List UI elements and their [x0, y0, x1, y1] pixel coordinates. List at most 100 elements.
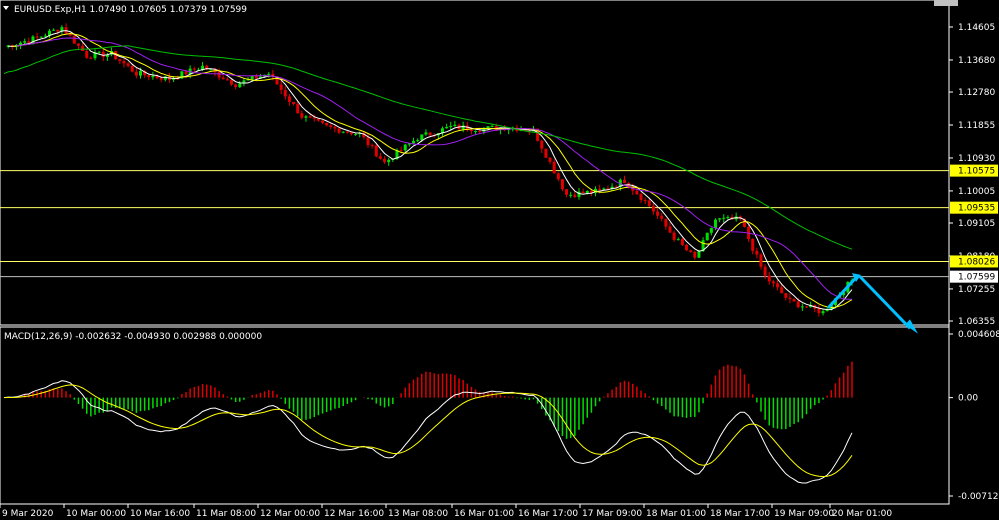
candle-body	[643, 200, 647, 202]
candle-body	[250, 75, 254, 80]
candle-body	[354, 133, 358, 135]
candle-body	[445, 127, 449, 129]
corner-marker	[934, 0, 958, 6]
candle-body	[292, 101, 296, 105]
candle-body	[598, 188, 602, 190]
price-axis: 1.14605 1.13680 1.12780 1.11855 1.10930 1.100…	[949, 23, 998, 327]
candle-body	[800, 306, 804, 308]
candle-body	[548, 157, 552, 162]
candle-body	[639, 194, 643, 201]
candle-body	[722, 217, 726, 219]
candle-body	[267, 73, 271, 75]
candle-body	[230, 80, 234, 85]
candle-body	[759, 254, 763, 267]
macd-axis: 0.004608 0.00 -0.007124	[949, 330, 999, 502]
chart-menu-caret-icon[interactable]	[3, 6, 9, 10]
candle-body	[134, 71, 138, 76]
candle-body	[97, 51, 101, 53]
time-axis: 9 Mar 2020 10 Mar 00:00 10 Mar 16:00 11 Mar…	[0, 504, 892, 519]
time-tick-label: 10 Mar 00:00	[66, 509, 126, 519]
macd-signal-line	[3, 384, 853, 478]
candle-body	[221, 77, 225, 80]
candle-body	[126, 63, 130, 66]
price-tick-label: 1.10005	[958, 187, 995, 197]
candle-body	[85, 51, 89, 58]
candle-body	[81, 45, 85, 52]
candle-body	[689, 250, 693, 252]
candle-body	[39, 36, 43, 38]
candle-body	[118, 59, 122, 61]
candle-body	[312, 117, 316, 119]
macd-pane-frame	[0, 326, 950, 505]
candle-body	[664, 218, 668, 227]
time-tick-label: 10 Mar 16:00	[130, 509, 190, 519]
time-tick-label: 19 Mar 09:00	[774, 509, 834, 519]
price-tick-label: 1.12780	[958, 88, 995, 98]
price-tick-label: 1.13680	[958, 56, 995, 66]
candle-body	[821, 311, 825, 314]
candlesticks	[6, 23, 854, 317]
candle-body	[27, 41, 31, 43]
trading-chart-window[interactable]: 1.14605 1.13680 1.12780 1.11855 1.10930 1.100…	[0, 0, 999, 520]
candle-body	[416, 140, 420, 142]
candle-body	[374, 145, 378, 157]
symbol-header: EURUSD.Exp,H1 1.07490 1.07605 1.07379 1.…	[14, 5, 247, 15]
candle-body	[101, 51, 105, 57]
candle-body	[796, 301, 800, 308]
time-tick-label: 16 Mar 01:00	[454, 509, 514, 519]
candle-body	[763, 266, 767, 276]
candle-body	[705, 232, 709, 241]
candle-body	[403, 144, 407, 151]
candle-body	[345, 131, 349, 133]
ma-fast-line	[8, 30, 853, 311]
candle-body	[287, 96, 291, 102]
candle-body	[544, 148, 548, 158]
candle-body	[296, 104, 300, 114]
candle-body	[788, 297, 792, 300]
candle-body	[713, 219, 717, 228]
candle-body	[341, 131, 345, 133]
candle-body	[159, 77, 163, 80]
candle-body	[776, 283, 780, 288]
candle-body	[321, 120, 325, 123]
level-tag-label: 1.07599	[958, 273, 995, 283]
candle-body	[556, 173, 560, 180]
candle-body	[238, 83, 242, 88]
candle-body	[349, 132, 353, 135]
candle-body	[680, 239, 684, 245]
candle-body	[697, 251, 701, 258]
candle-body	[283, 89, 287, 97]
chart-canvas[interactable]: 1.14605 1.13680 1.12780 1.11855 1.10930 1.100…	[0, 0, 999, 520]
candle-body	[428, 132, 432, 136]
time-tick-label: 20 Mar 01:00	[832, 509, 892, 519]
horizontal-levels	[0, 170, 949, 278]
candle-body	[635, 190, 639, 195]
candle-body	[474, 130, 478, 132]
price-tick-label: 1.11855	[958, 121, 995, 131]
candle-body	[122, 60, 126, 64]
time-tick-label: 17 Mar 09:00	[582, 509, 642, 519]
candle-body	[565, 189, 569, 195]
candle-body	[23, 41, 27, 43]
candle-body	[151, 75, 155, 78]
candle-body	[325, 122, 329, 126]
candle-body	[660, 215, 664, 219]
candle-body	[569, 194, 573, 196]
candle-body	[184, 71, 188, 75]
candle-body	[225, 79, 229, 81]
candle-body	[387, 159, 391, 163]
candle-body	[378, 156, 382, 159]
candle-body	[279, 84, 283, 90]
candle-body	[751, 239, 755, 251]
candle-body	[449, 125, 453, 128]
candle-body	[52, 29, 56, 31]
time-tick-label: 9 Mar 2020	[2, 509, 54, 519]
candle-body	[552, 161, 556, 174]
candle-body	[469, 129, 473, 132]
macd-header: MACD(12,26,9) -0.002632 -0.004930 0.0029…	[4, 332, 262, 342]
candle-body	[726, 216, 730, 218]
candle-body	[329, 125, 333, 127]
price-tick-label: 1.10930	[958, 154, 995, 164]
candle-body	[35, 36, 39, 38]
candle-body	[540, 140, 544, 149]
